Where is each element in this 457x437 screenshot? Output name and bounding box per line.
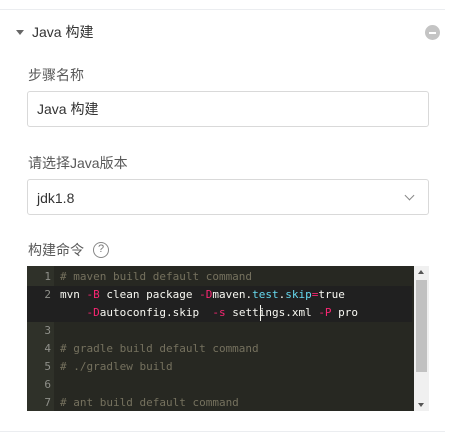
line-number: 1: [44, 270, 51, 283]
code-comment: # ant build default command: [60, 396, 239, 409]
help-icon[interactable]: ?: [93, 242, 109, 258]
line-number: 5: [44, 360, 51, 373]
section-header[interactable]: Java 构建: [0, 20, 445, 44]
code-line[interactable]: 3: [27, 322, 412, 340]
code-content[interactable]: # maven build default command: [60, 268, 252, 286]
code-comment: # ./gradlew build: [60, 360, 173, 373]
text-cursor: [260, 305, 261, 321]
code-line[interactable]: 4 # gradle build default command: [27, 340, 412, 358]
java-version-select[interactable]: jdk1.8: [27, 179, 429, 215]
code-comment: # maven build default command: [60, 270, 253, 283]
step-name-input[interactable]: [27, 91, 429, 127]
remove-step-button[interactable]: [425, 25, 440, 40]
step-name-label: 步骤名称: [28, 67, 84, 83]
section-title: Java 构建: [32, 24, 94, 40]
code-line[interactable]: 7 # ant build default command: [27, 394, 412, 411]
code-content[interactable]: mvn -B clean package -Dmaven.test.skip=t…: [60, 286, 345, 304]
line-number: 7: [44, 396, 51, 409]
java-version-value: jdk1.8: [37, 190, 75, 206]
code-text: settings.xml: [225, 306, 319, 319]
code-text: mvn: [60, 288, 87, 301]
code-text: clean package: [99, 288, 200, 301]
scroll-up-arrow-icon[interactable]: [418, 270, 424, 274]
top-divider: [0, 9, 445, 10]
code-content[interactable]: -Dautoconfig.skip -s settings.xml -P pro: [60, 304, 359, 322]
build-command-editor[interactable]: 1 # maven build default command 2 mvn -B cl…: [27, 266, 429, 411]
code-flag: -P: [318, 306, 332, 319]
line-number: 4: [44, 342, 51, 355]
code-flag: -B: [86, 288, 100, 301]
code-line[interactable]: -Dautoconfig.skip -s settings.xml -P pro: [27, 304, 412, 322]
java-version-label: 请选择Java版本: [28, 155, 128, 171]
code-text: maven.: [212, 288, 253, 301]
code-flag: -s: [212, 306, 226, 319]
code-property: test: [252, 288, 279, 301]
bottom-divider: [0, 431, 445, 432]
line-number: 6: [44, 378, 51, 391]
scrollbar-thumb[interactable]: [416, 280, 427, 372]
code-content[interactable]: # ant build default command: [60, 394, 239, 411]
code-comment: # gradle build default command: [60, 342, 259, 355]
chevron-down-icon[interactable]: [404, 190, 415, 201]
scroll-down-arrow-icon[interactable]: [418, 403, 424, 407]
code-text: true: [318, 288, 345, 301]
code-text: autoconfig.skip: [99, 306, 213, 319]
build-command-label: 构建命令: [28, 242, 84, 258]
code-line[interactable]: 2 mvn -B clean package -Dmaven.test.skip=…: [27, 286, 412, 304]
code-line[interactable]: 5 # ./gradlew build: [27, 358, 412, 376]
code-line[interactable]: 6: [27, 376, 412, 394]
line-number: 3: [44, 324, 51, 337]
code-flag: -D: [199, 288, 213, 301]
code-flag: -D: [86, 306, 100, 319]
build-command-label-row: 构建命令 ?: [28, 242, 109, 258]
editor-scrollbar[interactable]: [414, 266, 429, 411]
code-property: skip: [285, 288, 312, 301]
code-line[interactable]: 1 # maven build default command: [27, 268, 412, 286]
code-content[interactable]: # ./gradlew build: [60, 358, 173, 376]
code-text: pro: [331, 306, 359, 319]
line-number: 2: [44, 288, 51, 301]
caret-down-icon[interactable]: [16, 30, 24, 35]
code-content[interactable]: # gradle build default command: [60, 340, 259, 358]
